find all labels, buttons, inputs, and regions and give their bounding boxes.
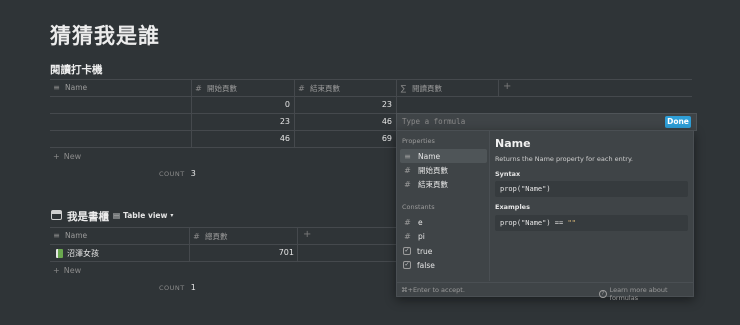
table-row[interactable]: 沼澤女孩	[56, 248, 99, 259]
plus-icon: +	[53, 152, 60, 161]
help-icon: ?	[599, 290, 607, 298]
done-button[interactable]: Done	[665, 116, 691, 128]
property-item-name[interactable]: ≡ Name	[400, 149, 487, 163]
formula-autocomplete-panel: Properties ≡ Name # 開始頁數 # 結束頁數 Constant…	[396, 130, 694, 302]
name-icon: ≡	[53, 83, 60, 92]
name-icon: ≡	[53, 231, 60, 240]
column-header-end-page[interactable]: # 結束頁數	[297, 83, 340, 94]
number-icon: #	[195, 84, 202, 93]
count-summary[interactable]: COUNT 1	[159, 283, 196, 292]
table-icon	[51, 210, 62, 220]
column-header-start-page[interactable]: # 開始頁數	[194, 83, 237, 94]
number-icon: #	[298, 84, 305, 93]
table-view-icon: ▤	[113, 211, 121, 220]
plus-icon: +	[53, 266, 60, 275]
number-icon: #	[193, 232, 200, 241]
property-item-start-page[interactable]: # 開始頁數	[400, 163, 487, 177]
number-icon: #	[404, 179, 411, 189]
number-icon: #	[404, 165, 411, 175]
formula-input[interactable]: Type a formula	[396, 113, 697, 131]
column-header-total-pages[interactable]: # 總頁數	[192, 231, 227, 242]
view-selector[interactable]: ▤ Table view ▾	[113, 211, 173, 220]
cell-total-pages[interactable]: 701	[190, 248, 294, 257]
constants-header: Constants	[402, 203, 435, 211]
syntax-label: Syntax	[495, 170, 521, 178]
examples-label: Examples	[495, 203, 530, 211]
properties-header: Properties	[402, 137, 435, 145]
constant-item-pi[interactable]: # pi	[400, 229, 487, 243]
cell-start-page[interactable]: 23	[192, 117, 290, 126]
number-icon: #	[404, 217, 411, 227]
constant-item-true[interactable]: ✓ true	[400, 244, 487, 258]
learn-more-link[interactable]: ? Learn more about formulas	[599, 286, 693, 302]
column-header-name[interactable]: ≡ Name	[52, 83, 87, 92]
formula-footer: ⌘+Enter to accept. ? Learn more about fo…	[397, 282, 693, 302]
constant-item-e[interactable]: # e	[400, 215, 487, 229]
new-row-button[interactable]: + New	[53, 152, 81, 161]
formula-options-list: Properties ≡ Name # 開始頁數 # 結束頁數 Constant…	[397, 131, 490, 281]
column-header-name[interactable]: ≡ Name	[52, 231, 87, 240]
example-code: prop("Name") == ""	[495, 215, 688, 231]
add-column-icon[interactable]: +	[503, 81, 511, 92]
db2-title[interactable]: 我是書櫃	[67, 209, 109, 224]
accept-hint: ⌘+Enter to accept.	[401, 286, 465, 294]
sigma-icon: ∑	[400, 84, 407, 93]
page-title: 猜猜我是誰	[50, 24, 160, 48]
cell-start-page[interactable]: 0	[192, 100, 290, 109]
checkbox-icon: ✓	[403, 247, 411, 255]
cell-end-page[interactable]: 23	[295, 100, 392, 109]
number-icon: #	[404, 231, 411, 241]
cell-end-page[interactable]: 46	[295, 117, 392, 126]
add-column-icon[interactable]: +	[303, 229, 311, 240]
detail-title: Name	[495, 137, 531, 150]
new-row-button[interactable]: + New	[53, 266, 81, 275]
column-header-read-pages[interactable]: ∑ 閱讀頁數	[399, 83, 442, 94]
cell-start-page[interactable]: 46	[192, 134, 290, 143]
name-icon: ≡	[404, 151, 411, 161]
constant-item-false[interactable]: ✓ false	[400, 258, 487, 272]
db1-title[interactable]: 閱讀打卡機	[50, 62, 103, 77]
syntax-code: prop("Name")	[495, 181, 688, 197]
count-summary[interactable]: COUNT 3	[159, 169, 196, 178]
cell-end-page[interactable]: 69	[295, 134, 392, 143]
detail-description: Returns the Name property for each entry…	[495, 155, 633, 163]
checkbox-icon: ✓	[403, 261, 411, 269]
chevron-down-icon: ▾	[170, 212, 174, 219]
book-icon	[56, 249, 63, 258]
property-item-end-page[interactable]: # 結束頁數	[400, 177, 487, 191]
